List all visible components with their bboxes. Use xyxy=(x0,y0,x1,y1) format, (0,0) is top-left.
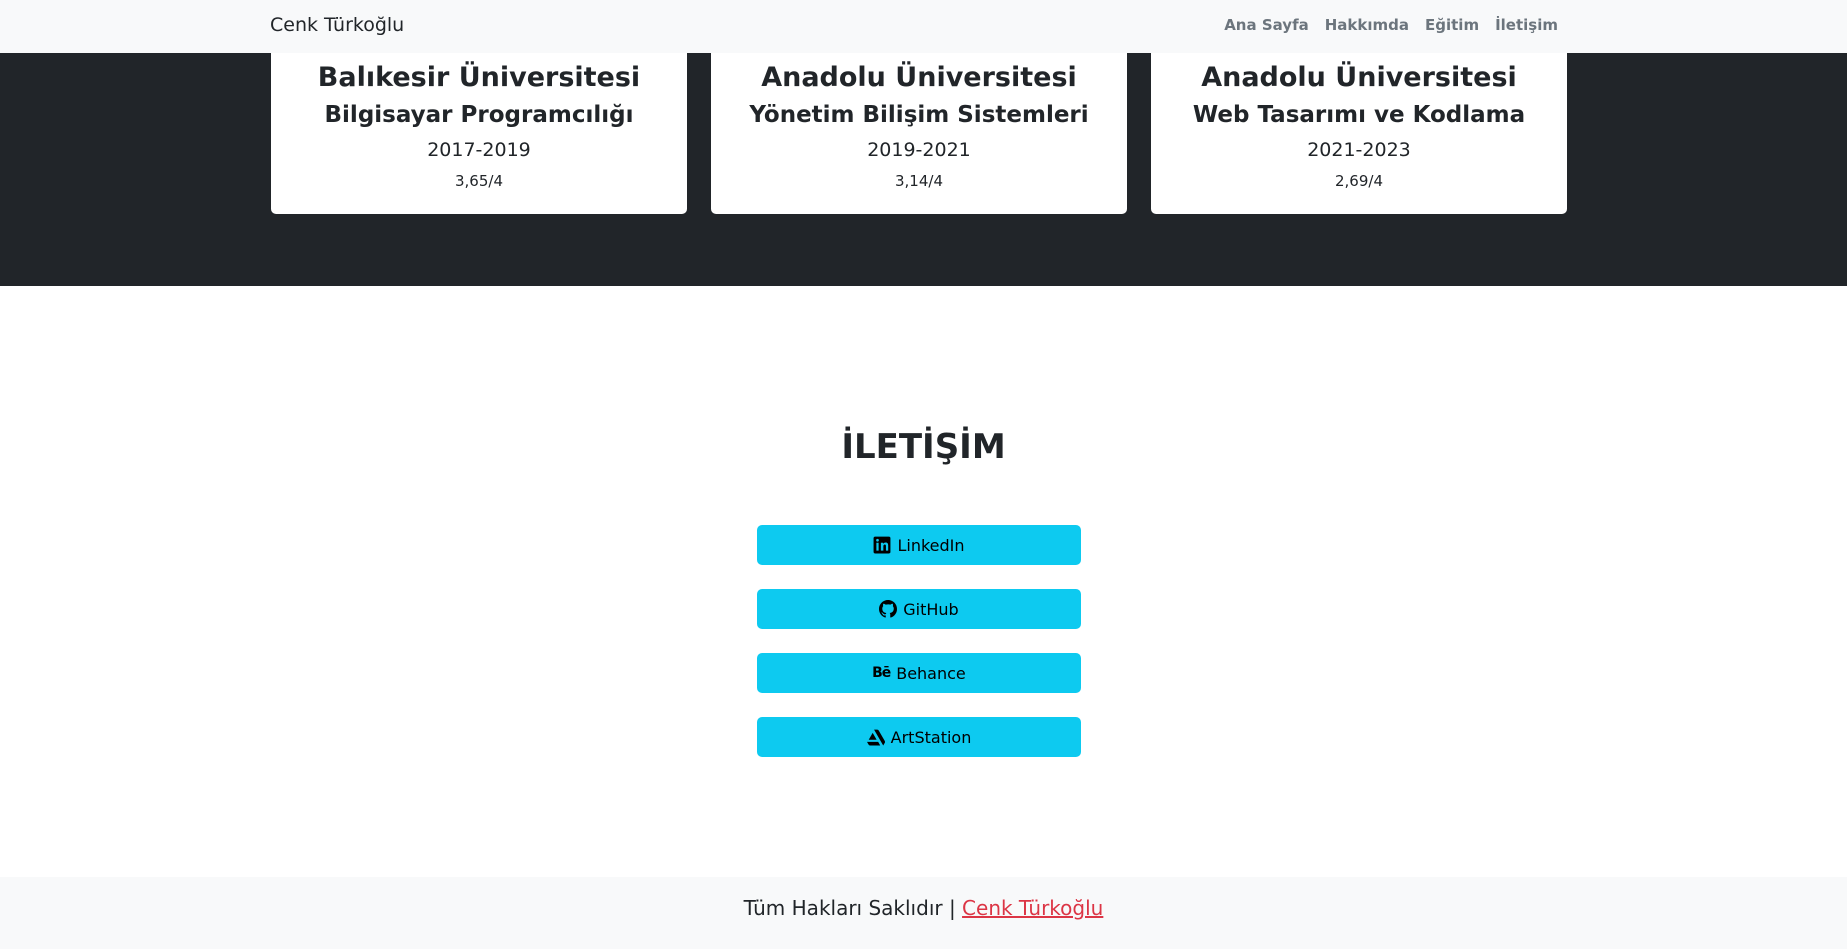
contact-title: İLETİŞİM xyxy=(841,427,1006,467)
nav-link-about[interactable]: Hakkımda xyxy=(1325,16,1409,34)
behance-button[interactable]: Bē Behance xyxy=(757,653,1081,693)
github-button[interactable]: GitHub xyxy=(757,589,1081,629)
education-card: Anadolu Üniversitesi Yönetim Bilişim Sis… xyxy=(711,40,1127,214)
gpa: 3,14/4 xyxy=(895,172,943,190)
education-card: Anadolu Üniversitesi Web Tasarımı ve Kod… xyxy=(1151,40,1567,214)
footer-copyright: Tüm Hakları Saklıdır | xyxy=(743,896,956,920)
linkedin-label: LinkedIn xyxy=(897,535,965,555)
artstation-icon xyxy=(866,728,885,746)
nav-link-education[interactable]: Eğitim xyxy=(1425,16,1479,34)
artstation-label: ArtStation xyxy=(890,727,972,747)
github-label: GitHub xyxy=(903,599,959,619)
footer: Tüm Hakları Saklıdır | Cenk Türkoğlu xyxy=(0,877,1847,949)
school-name: Balıkesir Üniversitesi xyxy=(317,62,641,93)
education-years: 2019-2021 xyxy=(867,139,971,161)
footer-author-link[interactable]: Cenk Türkoğlu xyxy=(962,896,1103,920)
artstation-button[interactable]: ArtStation xyxy=(757,717,1081,757)
education-years: 2017-2019 xyxy=(427,139,531,161)
nav-links: Ana Sayfa Hakkımda Eğitim İletişim xyxy=(1224,16,1558,34)
gpa: 3,65/4 xyxy=(455,172,503,190)
department-name: Yönetim Bilişim Sistemleri xyxy=(749,102,1089,128)
linkedin-button[interactable]: LinkedIn xyxy=(757,525,1081,565)
gpa: 2,69/4 xyxy=(1335,172,1383,190)
linkedin-icon xyxy=(873,536,891,554)
education-years: 2021-2023 xyxy=(1307,139,1411,161)
brand-link[interactable]: Cenk Türkoğlu xyxy=(270,14,404,36)
behance-label: Behance xyxy=(896,663,966,683)
school-name: Anadolu Üniversitesi xyxy=(1201,62,1517,93)
department-name: Web Tasarımı ve Kodlama xyxy=(1192,102,1526,128)
navbar: Cenk Türkoğlu Ana Sayfa Hakkımda Eğitim … xyxy=(0,0,1847,53)
behance-icon: Bē xyxy=(872,665,891,681)
department-name: Bilgisayar Programcılığı xyxy=(324,102,634,128)
github-icon xyxy=(879,600,898,618)
nav-link-contact[interactable]: İletişim xyxy=(1495,16,1558,34)
education-card: Balıkesir Üniversitesi Bilgisayar Progra… xyxy=(271,40,687,214)
nav-link-home[interactable]: Ana Sayfa xyxy=(1224,16,1309,34)
school-name: Anadolu Üniversitesi xyxy=(761,62,1077,93)
